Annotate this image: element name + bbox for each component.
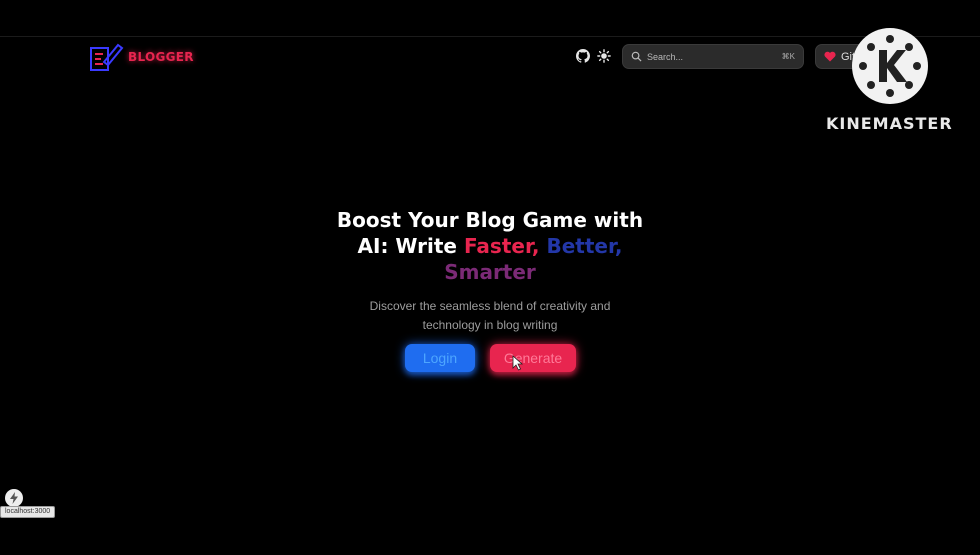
- logo-text: BLOGGER: [128, 50, 194, 64]
- dev-indicator-icon[interactable]: [5, 489, 23, 507]
- pen-logo-icon: [90, 43, 124, 71]
- word-faster: Faster,: [463, 234, 540, 258]
- title-line-1: Boost Your Blog Game with: [336, 208, 644, 232]
- top-divider: [0, 36, 980, 37]
- search-input[interactable]: Search... ⌘K: [622, 44, 804, 69]
- search-shortcut: ⌘K: [781, 52, 795, 61]
- github-icon[interactable]: [576, 49, 590, 63]
- generate-button[interactable]: Generate: [490, 344, 576, 372]
- kinemaster-k-icon: [859, 35, 921, 97]
- heart-icon: [824, 51, 836, 62]
- hero-title: Boost Your Blog Game with AI: Write Fast…: [0, 207, 980, 285]
- hero-subtitle: Discover the seamless blend of creativit…: [0, 297, 980, 335]
- search-placeholder: Search...: [647, 51, 684, 62]
- site-logo[interactable]: BLOGGER: [90, 42, 194, 72]
- login-button[interactable]: Login: [405, 344, 475, 372]
- search-icon: [631, 51, 642, 62]
- title-line-2-prefix: AI: Write: [357, 234, 457, 258]
- bolt-icon: [10, 492, 18, 504]
- word-better: Better,: [546, 234, 623, 258]
- mouse-cursor-icon: [512, 355, 524, 371]
- subtitle-line-1: Discover the seamless blend of creativit…: [369, 299, 611, 313]
- kinemaster-watermark: KINEMASTER: [826, 114, 953, 133]
- kinemaster-logo: [852, 28, 928, 104]
- status-url: localhost:3000: [0, 506, 56, 518]
- word-smarter: Smarter: [444, 260, 536, 284]
- subtitle-line-2: technology in blog writing: [422, 318, 558, 332]
- sun-icon[interactable]: [597, 49, 611, 63]
